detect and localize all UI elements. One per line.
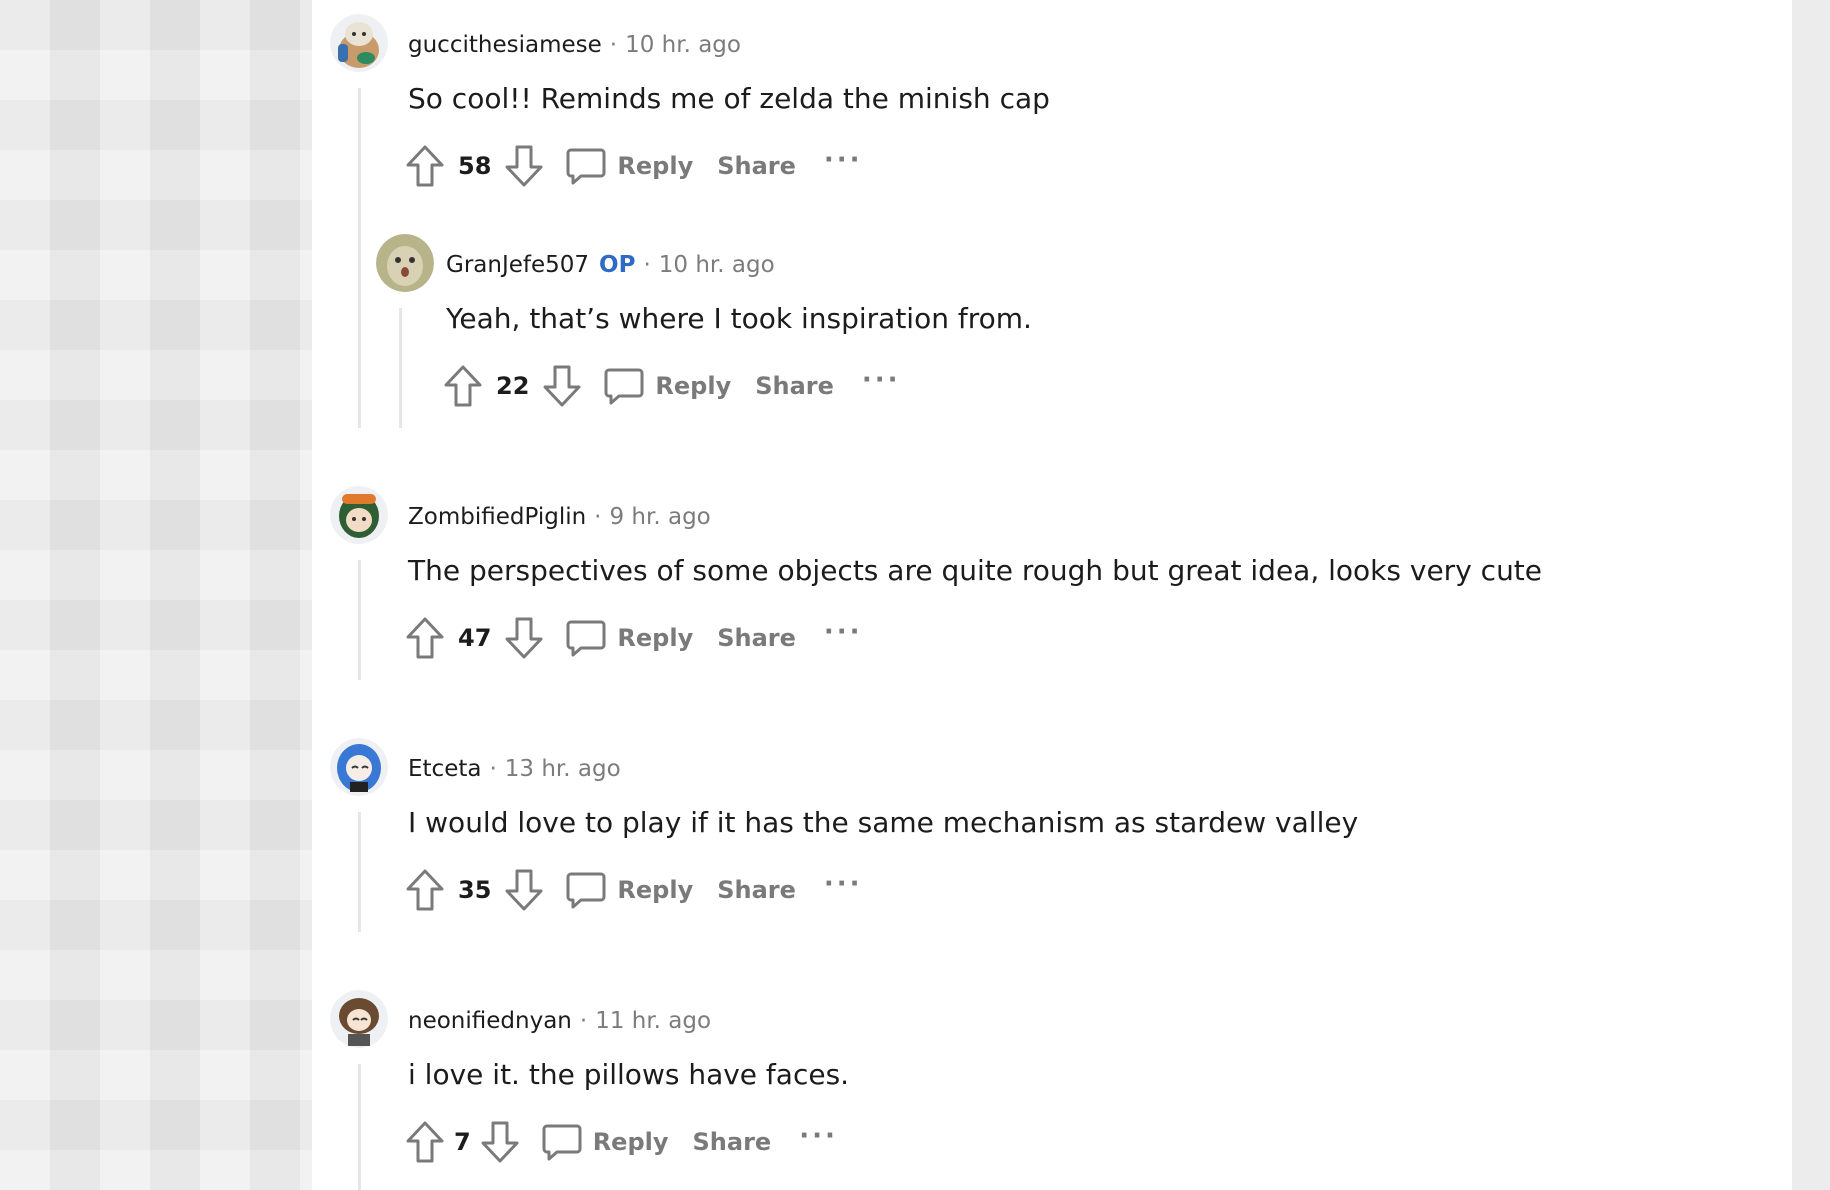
reply-button[interactable]: Reply xyxy=(541,1121,669,1163)
username[interactable]: guccithesiamese xyxy=(408,30,602,60)
separator: · xyxy=(579,1008,588,1034)
comment-bubble-icon xyxy=(566,872,606,909)
share-button[interactable]: Share xyxy=(693,1128,772,1156)
separator: · xyxy=(609,32,618,58)
comment-bubble-icon xyxy=(566,620,606,657)
face-avatar-icon xyxy=(376,234,434,292)
reply-label: Reply xyxy=(655,372,732,400)
vote-count: 22 xyxy=(496,372,530,400)
share-button[interactable]: Share xyxy=(717,876,796,904)
op-badge: OP xyxy=(599,252,636,278)
upvote-icon[interactable] xyxy=(404,615,446,661)
comment-actions: 47 Reply Share ··· xyxy=(404,614,863,662)
comment-text: The perspectives of some objects are qui… xyxy=(408,554,1543,587)
username[interactable]: neonifiednyan xyxy=(408,1006,572,1036)
comment-meta: GranJefe507 OP · 10 hr. ago xyxy=(446,250,775,280)
page-background-right xyxy=(1792,0,1830,1190)
snoo-avatar-icon xyxy=(330,738,388,796)
thread-line-3[interactable] xyxy=(358,560,361,680)
separator: · xyxy=(643,252,651,278)
vote-count: 58 xyxy=(458,152,492,180)
username[interactable]: Etceta xyxy=(408,754,481,784)
downvote-icon[interactable] xyxy=(503,867,545,913)
comment-text: I would love to play if it has the same … xyxy=(408,806,1359,839)
more-options-icon[interactable]: ··· xyxy=(824,617,863,647)
avatar[interactable] xyxy=(330,738,388,796)
comments-panel: guccithesiamese · 10 hr. ago So cool!! R… xyxy=(312,0,1792,1190)
comment-text: So cool!! Reminds me of zelda the minish… xyxy=(408,82,1050,115)
timestamp[interactable]: 10 hr. ago xyxy=(659,250,775,280)
comment-text: Yeah, that’s where I took inspiration fr… xyxy=(446,302,1032,335)
comment-bubble-icon xyxy=(604,368,644,405)
separator: · xyxy=(489,756,497,782)
downvote-icon[interactable] xyxy=(479,1119,521,1165)
reply-button[interactable]: Reply xyxy=(565,145,693,187)
timestamp[interactable]: 13 hr. ago xyxy=(505,754,621,784)
upvote-icon[interactable] xyxy=(442,363,484,409)
more-options-icon[interactable]: ··· xyxy=(824,869,863,899)
thread-line-1[interactable] xyxy=(358,88,361,428)
upvote-icon[interactable] xyxy=(404,867,446,913)
share-button[interactable]: Share xyxy=(755,372,834,400)
comment-meta: Etceta · 13 hr. ago xyxy=(408,754,621,784)
comment-bubble-icon xyxy=(566,148,606,185)
comment-actions: 58 Reply Share ··· xyxy=(404,142,863,190)
vote-count: 35 xyxy=(458,876,492,904)
snoo-avatar-icon xyxy=(330,990,388,1048)
share-button[interactable]: Share xyxy=(717,624,796,652)
more-options-icon[interactable]: ··· xyxy=(824,145,863,175)
reply-button[interactable]: Reply xyxy=(603,365,731,407)
downvote-icon[interactable] xyxy=(503,615,545,661)
comment-bubble-icon xyxy=(542,1124,582,1161)
username[interactable]: ZombifiedPiglin xyxy=(408,502,586,532)
reply-label: Reply xyxy=(617,624,694,652)
comment-meta: ZombifiedPiglin · 9 hr. ago xyxy=(408,502,711,532)
timestamp[interactable]: 9 hr. ago xyxy=(609,502,710,532)
cat-avatar-icon xyxy=(330,14,388,72)
thread-line-4[interactable] xyxy=(358,812,361,932)
more-options-icon[interactable]: ··· xyxy=(799,1121,838,1151)
snoo-avatar-icon xyxy=(330,486,388,544)
downvote-icon[interactable] xyxy=(503,143,545,189)
timestamp[interactable]: 10 hr. ago xyxy=(625,30,741,60)
comment-actions: 35 Reply Share ··· xyxy=(404,866,863,914)
comment-actions: 22 Reply Share ··· xyxy=(442,362,901,410)
username[interactable]: GranJefe507 xyxy=(446,250,589,280)
upvote-icon[interactable] xyxy=(404,143,446,189)
reply-label: Reply xyxy=(592,1128,669,1156)
comment-actions: 7 Reply Share ··· xyxy=(404,1118,838,1166)
comment-meta: neonifiednyan · 11 hr. ago xyxy=(408,1006,711,1036)
more-options-icon[interactable]: ··· xyxy=(862,365,901,395)
separator: · xyxy=(594,504,602,530)
avatar[interactable] xyxy=(376,234,434,292)
avatar[interactable] xyxy=(330,486,388,544)
avatar[interactable] xyxy=(330,14,388,72)
reply-button[interactable]: Reply xyxy=(565,617,693,659)
downvote-icon[interactable] xyxy=(541,363,583,409)
vote-count: 7 xyxy=(454,1128,471,1156)
upvote-icon[interactable] xyxy=(404,1119,446,1165)
share-button[interactable]: Share xyxy=(717,152,796,180)
avatar[interactable] xyxy=(330,990,388,1048)
comment-text: i love it. the pillows have faces. xyxy=(408,1058,850,1091)
timestamp[interactable]: 11 hr. ago xyxy=(595,1006,711,1036)
thread-line-5[interactable] xyxy=(358,1064,361,1190)
comment-meta: guccithesiamese · 10 hr. ago xyxy=(408,30,741,60)
reply-label: Reply xyxy=(617,876,694,904)
reply-button[interactable]: Reply xyxy=(565,869,693,911)
thread-line-2[interactable] xyxy=(399,308,402,428)
reply-label: Reply xyxy=(617,152,694,180)
vote-count: 47 xyxy=(458,624,492,652)
